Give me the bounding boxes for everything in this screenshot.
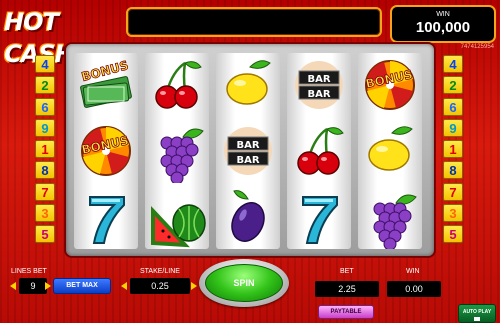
line-indicator-left[interactable]: 3 [35, 204, 55, 223]
cherries-icon [145, 53, 209, 117]
message-bar [126, 7, 382, 37]
seven-icon [287, 185, 351, 249]
reel-1: BONUS BONUS [74, 53, 138, 249]
svg-text:BAR: BAR [307, 74, 330, 85]
lemon-icon [216, 53, 280, 117]
line-indicators-right: 4 2 6 9 1 8 7 3 5 [443, 55, 463, 247]
auto-play-label: AUTO PLAY [462, 308, 492, 315]
bonus-cash-icon: BONUS [74, 53, 138, 117]
total-win-label: WIN [436, 11, 450, 18]
reel-2 [145, 53, 209, 249]
line-indicator-right[interactable]: 6 [443, 97, 463, 116]
line-indicator-left[interactable]: 1 [35, 140, 55, 159]
bonus-wheel-icon: BONUS [74, 119, 138, 183]
watermelon-icon [145, 185, 209, 249]
grapes-icon [358, 185, 422, 249]
lines-increase-button[interactable] [44, 279, 52, 293]
paytable-button[interactable]: PAYTABLE [318, 305, 374, 319]
stop-square-icon [474, 316, 480, 321]
stake-line-value: 0.25 [130, 278, 190, 294]
svg-text:BAR: BAR [307, 89, 330, 100]
slot-game: HOT CASH WIN 100,000 7474125954 4 2 6 9 1 8 7 3… [0, 0, 500, 323]
lines-decrease-button[interactable] [9, 279, 17, 293]
lines-bet-label: LINES BET [11, 268, 47, 275]
line-indicator-left[interactable]: 9 [35, 118, 55, 137]
line-indicator-right[interactable]: 2 [443, 76, 463, 95]
cherries-icon [287, 119, 351, 183]
line-indicator-left[interactable]: 2 [35, 76, 55, 95]
line-indicators-left: 4 2 6 9 1 8 7 3 5 [35, 55, 55, 247]
stake-decrease-button[interactable] [120, 279, 128, 293]
line-indicator-right[interactable]: 7 [443, 182, 463, 201]
total-win-display: WIN 100,000 [390, 5, 496, 43]
stake-increase-button[interactable] [190, 279, 198, 293]
seven-icon [74, 185, 138, 249]
total-win-value: 100,000 [415, 19, 471, 36]
reel-4: BAR BAR [287, 53, 351, 249]
bar-bar-icon: BAR BAR [216, 119, 280, 183]
line-indicator-left[interactable]: 8 [35, 161, 55, 180]
reel-3: BAR BAR [216, 53, 280, 249]
line-indicator-right[interactable]: 9 [443, 118, 463, 137]
spin-button[interactable]: SPIN [205, 264, 283, 302]
arrow-left-icon [10, 282, 16, 290]
arrow-right-icon [45, 282, 51, 290]
line-indicator-left[interactable]: 5 [35, 225, 55, 244]
arrow-right-icon [191, 282, 197, 290]
lemon-icon [358, 119, 422, 183]
line-indicator-right[interactable]: 1 [443, 140, 463, 159]
bet-value: 2.25 [315, 281, 379, 297]
lines-bet-value: 9 [19, 278, 47, 294]
svg-text:BAR: BAR [236, 140, 259, 151]
line-indicator-right[interactable]: 8 [443, 161, 463, 180]
line-indicator-left[interactable]: 6 [35, 97, 55, 116]
stake-line-label: STAKE/LINE [140, 268, 180, 275]
win-label: WIN [406, 268, 420, 275]
bet-label: BET [340, 268, 354, 275]
reel-5: BONUS [358, 53, 422, 249]
win-value: 0.00 [387, 281, 441, 297]
line-indicator-right[interactable]: 5 [443, 225, 463, 244]
reel-frame: BONUS BONUS BAR BAR BAR BAR BONUS [66, 44, 434, 256]
line-indicator-right[interactable]: 3 [443, 204, 463, 223]
line-indicator-left[interactable]: 7 [35, 182, 55, 201]
bonus-wheel-icon: BONUS [358, 53, 422, 117]
game-id: 7474125954 [460, 44, 494, 50]
arrow-left-icon [121, 282, 127, 290]
svg-text:BAR: BAR [236, 155, 259, 166]
bet-max-button[interactable]: BET MAX [53, 278, 111, 294]
line-indicator-left[interactable]: 4 [35, 55, 55, 73]
hot-cash-logo: HOT CASH [4, 8, 75, 68]
auto-play-button[interactable]: AUTO PLAY [458, 304, 496, 323]
plum-icon [216, 185, 280, 249]
grapes-icon [145, 119, 209, 183]
bar-bar-icon: BAR BAR [287, 53, 351, 117]
line-indicator-right[interactable]: 4 [443, 55, 463, 73]
